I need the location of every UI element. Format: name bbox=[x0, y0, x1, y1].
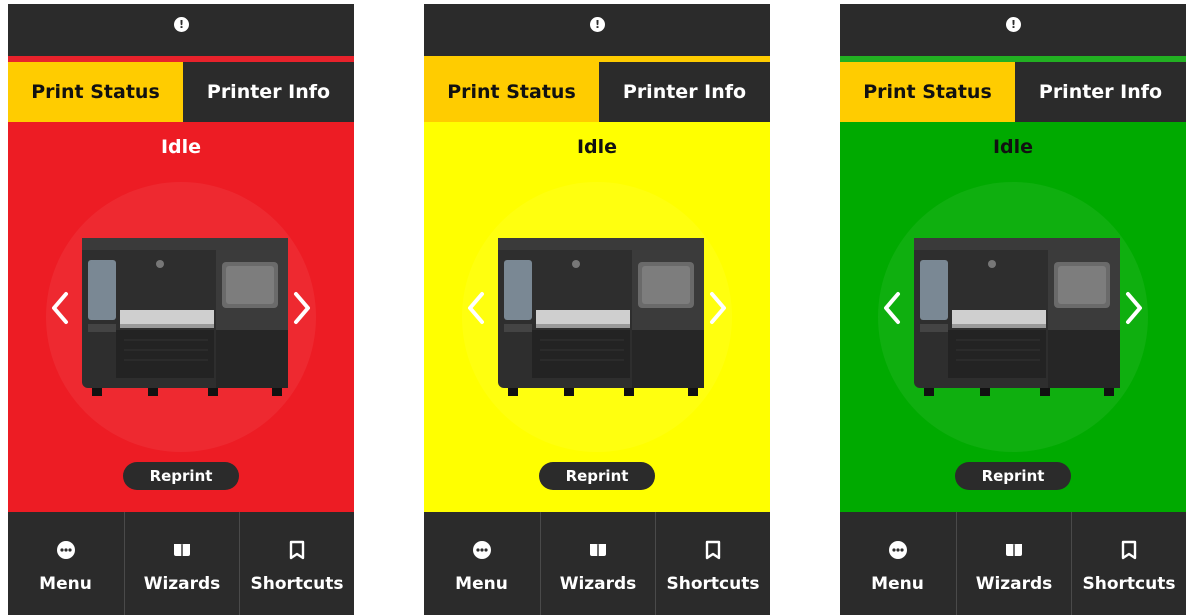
nav-menu-button[interactable]: Menu bbox=[840, 512, 955, 615]
next-arrow-icon[interactable] bbox=[706, 288, 730, 328]
nav-shortcuts-label: Shortcuts bbox=[250, 574, 344, 594]
top-status-bar: ! bbox=[840, 4, 1186, 56]
printer-screen-yellow: ! Print Status Printer Info Idle Reprint… bbox=[424, 4, 770, 615]
nav-menu-label: Menu bbox=[455, 574, 508, 594]
top-status-bar: ! bbox=[8, 4, 354, 56]
tab-bar: Print Status Printer Info bbox=[424, 62, 770, 122]
nav-shortcuts-button[interactable]: Shortcuts bbox=[656, 512, 770, 615]
bookmark-icon bbox=[703, 540, 723, 560]
top-status-bar: ! bbox=[424, 4, 770, 56]
print-status-panel: Idle Reprint bbox=[424, 122, 770, 512]
alert-icon[interactable]: ! bbox=[174, 17, 189, 32]
bottom-nav: Menu Wizards Shortcuts bbox=[424, 512, 770, 615]
reprint-button[interactable]: Reprint bbox=[123, 462, 239, 490]
nav-menu-button[interactable]: Menu bbox=[8, 512, 123, 615]
nav-wizards-label: Wizards bbox=[975, 574, 1053, 594]
nav-wizards-button[interactable]: Wizards bbox=[540, 512, 656, 615]
status-title: Idle bbox=[576, 136, 618, 158]
nav-wizards-button[interactable]: Wizards bbox=[124, 512, 240, 615]
next-arrow-icon[interactable] bbox=[1122, 288, 1146, 328]
bookmark-icon bbox=[1119, 540, 1139, 560]
reprint-button[interactable]: Reprint bbox=[955, 462, 1071, 490]
bottom-nav: Menu Wizards Shortcuts bbox=[8, 512, 354, 615]
book-icon bbox=[172, 540, 192, 560]
nav-wizards-button[interactable]: Wizards bbox=[956, 512, 1072, 615]
nav-shortcuts-button[interactable]: Shortcuts bbox=[1072, 512, 1186, 615]
tab-printer-info[interactable]: Printer Info bbox=[183, 62, 354, 122]
tab-print-status[interactable]: Print Status bbox=[8, 62, 183, 122]
nav-menu-button[interactable]: Menu bbox=[424, 512, 539, 615]
printer-image bbox=[900, 230, 1126, 406]
nav-wizards-label: Wizards bbox=[559, 574, 637, 594]
tab-printer-info[interactable]: Printer Info bbox=[1015, 62, 1186, 122]
bookmark-icon bbox=[287, 540, 307, 560]
alert-icon[interactable]: ! bbox=[590, 17, 605, 32]
book-icon bbox=[588, 540, 608, 560]
menu-dots-icon bbox=[888, 540, 908, 560]
printer-image bbox=[68, 230, 294, 406]
printer-screen-green: ! Print Status Printer Info Idle Reprint… bbox=[840, 4, 1186, 615]
nav-wizards-label: Wizards bbox=[143, 574, 221, 594]
tab-bar: Print Status Printer Info bbox=[840, 62, 1186, 122]
tab-bar: Print Status Printer Info bbox=[8, 62, 354, 122]
next-arrow-icon[interactable] bbox=[290, 288, 314, 328]
book-icon bbox=[1004, 540, 1024, 560]
menu-dots-icon bbox=[472, 540, 492, 560]
status-title: Idle bbox=[992, 136, 1034, 158]
nav-shortcuts-label: Shortcuts bbox=[1082, 574, 1176, 594]
nav-shortcuts-label: Shortcuts bbox=[666, 574, 760, 594]
reprint-button[interactable]: Reprint bbox=[539, 462, 655, 490]
tab-print-status[interactable]: Print Status bbox=[840, 62, 1015, 122]
printer-screen-red: ! Print Status Printer Info Idle Reprint… bbox=[8, 4, 354, 615]
bottom-nav: Menu Wizards Shortcuts bbox=[840, 512, 1186, 615]
alert-icon[interactable]: ! bbox=[1006, 17, 1021, 32]
tab-printer-info[interactable]: Printer Info bbox=[599, 62, 770, 122]
tab-print-status[interactable]: Print Status bbox=[424, 62, 599, 122]
status-title: Idle bbox=[160, 136, 202, 158]
print-status-panel: Idle Reprint bbox=[840, 122, 1186, 512]
printer-image bbox=[484, 230, 710, 406]
nav-menu-label: Menu bbox=[871, 574, 924, 594]
nav-menu-label: Menu bbox=[39, 574, 92, 594]
nav-shortcuts-button[interactable]: Shortcuts bbox=[240, 512, 354, 615]
print-status-panel: Idle Reprint bbox=[8, 122, 354, 512]
menu-dots-icon bbox=[56, 540, 76, 560]
